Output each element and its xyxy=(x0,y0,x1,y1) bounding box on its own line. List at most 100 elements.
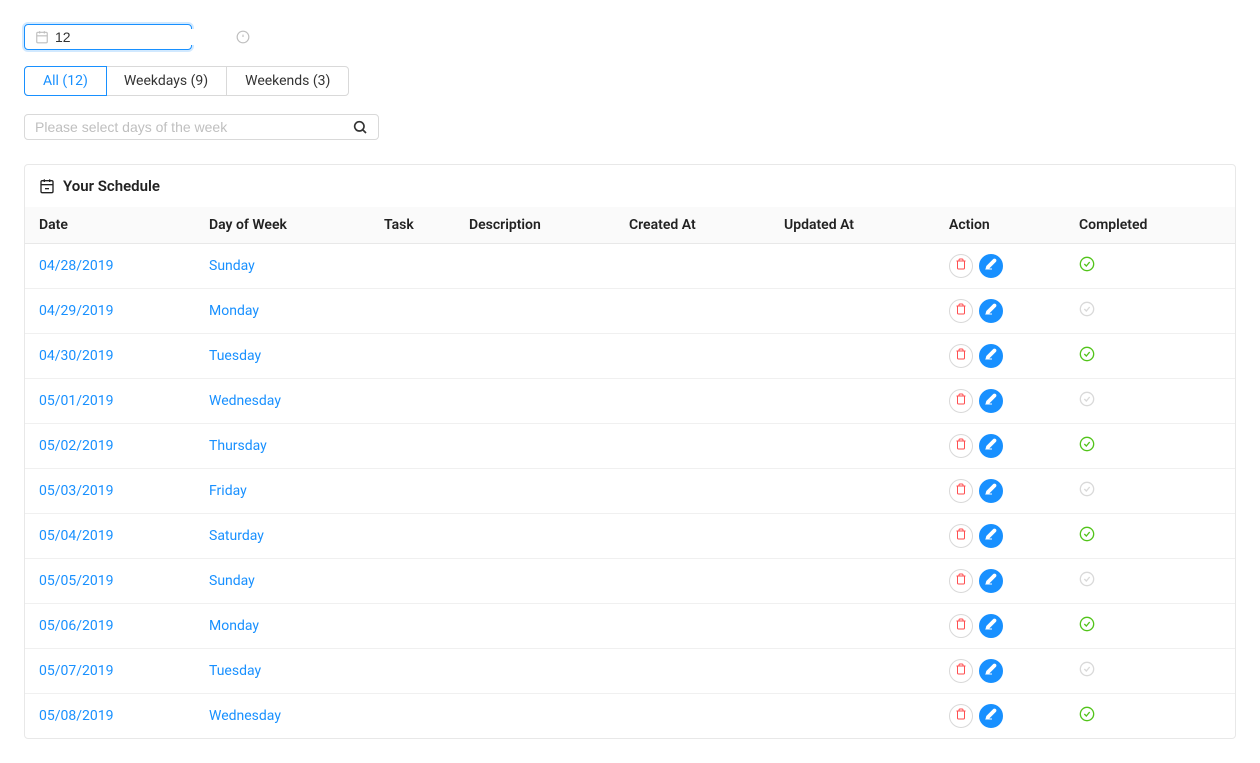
date-link[interactable]: 04/28/2019 xyxy=(39,258,114,274)
completed-toggle[interactable] xyxy=(1079,481,1221,501)
completed-toggle[interactable] xyxy=(1079,391,1221,411)
completed-toggle[interactable] xyxy=(1079,616,1221,636)
delete-button[interactable] xyxy=(949,254,973,278)
date-link[interactable]: 05/07/2019 xyxy=(39,663,114,679)
date-input[interactable] xyxy=(55,29,236,45)
edit-button[interactable] xyxy=(979,344,1003,368)
date-input-container[interactable] xyxy=(24,24,192,50)
edit-icon xyxy=(985,393,997,409)
dow-link[interactable]: Wednesday xyxy=(209,393,281,409)
schedule-panel: Your Schedule Date Day of Week Task Desc… xyxy=(24,164,1236,739)
trash-icon xyxy=(955,708,967,724)
tab-2[interactable]: Weekends (3) xyxy=(227,67,348,95)
updated-cell xyxy=(770,334,935,379)
edit-button[interactable] xyxy=(979,614,1003,638)
col-header-completed: Completed xyxy=(1065,207,1235,244)
date-link[interactable]: 04/29/2019 xyxy=(39,303,114,319)
task-cell xyxy=(370,559,455,604)
trash-icon xyxy=(955,393,967,409)
completed-toggle[interactable] xyxy=(1079,571,1221,591)
edit-button[interactable] xyxy=(979,659,1003,683)
table-row: 05/01/2019 Wednesday xyxy=(25,379,1235,424)
dow-link[interactable]: Thursday xyxy=(209,438,267,454)
date-link[interactable]: 05/05/2019 xyxy=(39,573,114,589)
trash-icon xyxy=(955,663,967,679)
table-row: 05/04/2019 Saturday xyxy=(25,514,1235,559)
completed-toggle[interactable] xyxy=(1079,436,1221,456)
dow-link[interactable]: Monday xyxy=(209,618,259,634)
edit-icon xyxy=(985,258,997,274)
completed-toggle[interactable] xyxy=(1079,256,1221,276)
date-link[interactable]: 04/30/2019 xyxy=(39,348,114,364)
delete-button[interactable] xyxy=(949,524,973,548)
delete-button[interactable] xyxy=(949,614,973,638)
updated-cell xyxy=(770,244,935,289)
edit-button[interactable] xyxy=(979,704,1003,728)
edit-button[interactable] xyxy=(979,569,1003,593)
task-cell xyxy=(370,694,455,739)
delete-button[interactable] xyxy=(949,659,973,683)
edit-button[interactable] xyxy=(979,389,1003,413)
table-row: 05/03/2019 Friday xyxy=(25,469,1235,514)
date-link[interactable]: 05/06/2019 xyxy=(39,618,114,634)
dow-link[interactable]: Sunday xyxy=(209,258,255,274)
col-header-action: Action xyxy=(935,207,1065,244)
desc-cell xyxy=(455,649,615,694)
delete-button[interactable] xyxy=(949,344,973,368)
col-header-desc: Description xyxy=(455,207,615,244)
check-circle-icon xyxy=(1079,571,1095,591)
check-circle-icon xyxy=(1079,661,1095,681)
search-container[interactable] xyxy=(24,114,379,140)
created-cell xyxy=(615,514,770,559)
completed-toggle[interactable] xyxy=(1079,301,1221,321)
delete-button[interactable] xyxy=(949,299,973,323)
info-icon[interactable] xyxy=(236,30,250,44)
delete-button[interactable] xyxy=(949,389,973,413)
dow-link[interactable]: Saturday xyxy=(209,528,264,544)
delete-button[interactable] xyxy=(949,569,973,593)
completed-toggle[interactable] xyxy=(1079,706,1221,726)
created-cell xyxy=(615,379,770,424)
edit-icon xyxy=(985,618,997,634)
dow-link[interactable]: Sunday xyxy=(209,573,255,589)
edit-icon xyxy=(985,348,997,364)
trash-icon xyxy=(955,438,967,454)
task-cell xyxy=(370,649,455,694)
dow-link[interactable]: Friday xyxy=(209,483,247,499)
col-header-created: Created At xyxy=(615,207,770,244)
date-link[interactable]: 05/01/2019 xyxy=(39,393,114,409)
delete-button[interactable] xyxy=(949,479,973,503)
date-link[interactable]: 05/04/2019 xyxy=(39,528,114,544)
edit-button[interactable] xyxy=(979,434,1003,458)
dow-link[interactable]: Monday xyxy=(209,303,259,319)
check-circle-icon xyxy=(1079,256,1095,276)
dow-link[interactable]: Wednesday xyxy=(209,708,281,724)
edit-button[interactable] xyxy=(979,254,1003,278)
edit-button[interactable] xyxy=(979,524,1003,548)
dow-link[interactable]: Tuesday xyxy=(209,348,261,364)
date-link[interactable]: 05/02/2019 xyxy=(39,438,114,454)
completed-toggle[interactable] xyxy=(1079,346,1221,366)
edit-button[interactable] xyxy=(979,299,1003,323)
check-circle-icon xyxy=(1079,346,1095,366)
dow-link[interactable]: Tuesday xyxy=(209,663,261,679)
tab-1[interactable]: Weekdays (9) xyxy=(106,67,227,95)
updated-cell xyxy=(770,559,935,604)
tab-0[interactable]: All (12) xyxy=(24,66,107,96)
task-cell xyxy=(370,424,455,469)
delete-button[interactable] xyxy=(949,434,973,458)
date-link[interactable]: 05/08/2019 xyxy=(39,708,114,724)
updated-cell xyxy=(770,379,935,424)
trash-icon xyxy=(955,303,967,319)
edit-button[interactable] xyxy=(979,479,1003,503)
completed-toggle[interactable] xyxy=(1079,661,1221,681)
delete-button[interactable] xyxy=(949,704,973,728)
search-icon[interactable] xyxy=(352,119,368,135)
panel-header: Your Schedule xyxy=(25,165,1235,207)
date-link[interactable]: 05/03/2019 xyxy=(39,483,114,499)
created-cell xyxy=(615,469,770,514)
search-input[interactable] xyxy=(35,119,352,135)
edit-icon xyxy=(985,708,997,724)
completed-toggle[interactable] xyxy=(1079,526,1221,546)
desc-cell xyxy=(455,424,615,469)
